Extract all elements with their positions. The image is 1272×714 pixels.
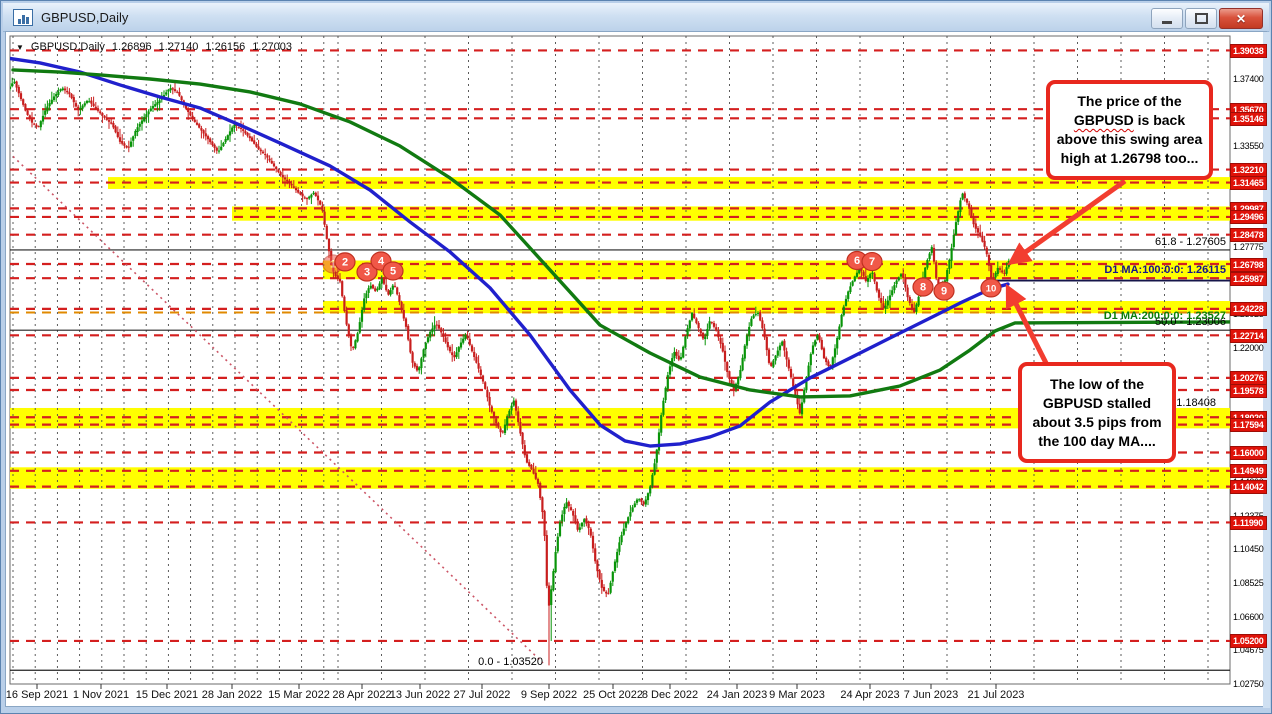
annotation-text-line: high at 1.26798 too...: [1054, 149, 1205, 168]
svg-text:2: 2: [342, 256, 348, 268]
annotation-box-2[interactable]: The low of theGBPUSD stalledabout 3.5 pi…: [1018, 362, 1176, 463]
price-axis[interactable]: [1230, 36, 1262, 684]
marker-8[interactable]: 8: [913, 278, 933, 296]
svg-text:3: 3: [364, 267, 370, 279]
svg-text:8: 8: [920, 282, 926, 294]
svg-text:9: 9: [941, 286, 947, 298]
marker-10[interactable]: 10: [981, 279, 1001, 297]
svg-text:6: 6: [854, 255, 860, 267]
svg-text:4: 4: [378, 256, 385, 268]
swing-area-band: [323, 301, 1230, 313]
annotation-box-1[interactable]: The price of theGBPUSD is backabove this…: [1046, 80, 1213, 180]
svg-text:10: 10: [986, 283, 997, 294]
annotation-text-line: about 3.5 pips from: [1026, 413, 1168, 432]
annotation-text-line: GBPUSD is back: [1054, 111, 1205, 130]
marker-7[interactable]: 7: [862, 253, 882, 271]
annotation-text-line: the 100 day MA....: [1026, 432, 1168, 451]
marker-2[interactable]: 2: [335, 253, 355, 271]
marker-5[interactable]: 5: [383, 262, 403, 280]
time-axis[interactable]: [10, 684, 1230, 706]
annotation-text-line: The price of the: [1054, 92, 1205, 111]
svg-text:5: 5: [390, 265, 396, 277]
annotation-text-line: The low of the: [1026, 375, 1168, 394]
annotation-text-line: above this swing area: [1054, 130, 1205, 149]
svg-text:7: 7: [869, 256, 875, 268]
annotation-text-line: GBPUSD stalled: [1026, 394, 1168, 413]
swing-area-band: [0, 467, 1230, 488]
marker-9[interactable]: 9: [934, 282, 954, 300]
